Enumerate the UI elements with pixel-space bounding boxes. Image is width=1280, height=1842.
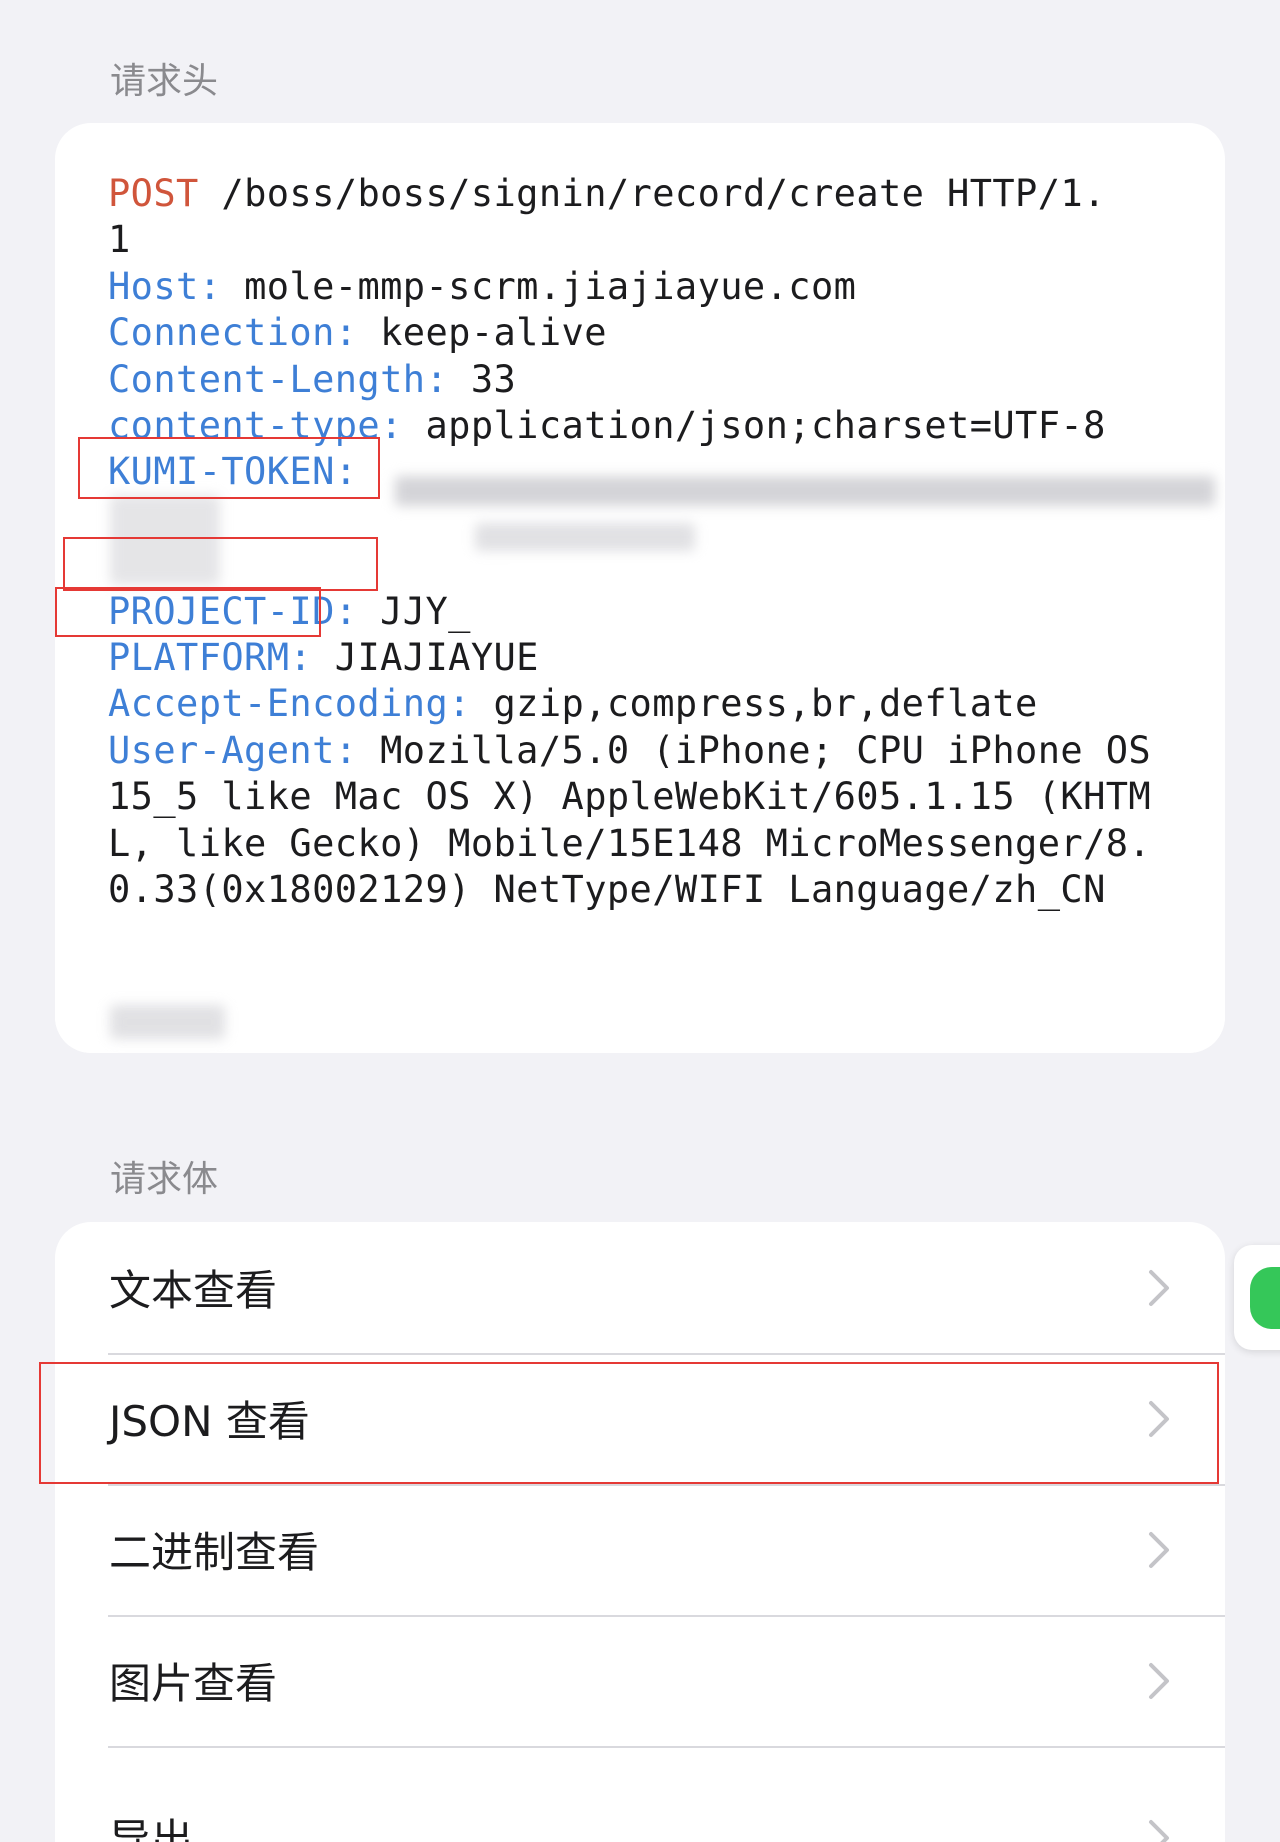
chevron-right-icon: [1149, 1662, 1169, 1699]
binary-view-row[interactable]: 二进制查看: [55, 1484, 1225, 1615]
redacted-token-line3: [475, 523, 695, 551]
header-value-accept-encoding: gzip,compress,br,deflate: [470, 682, 1038, 726]
highlight-platform: [55, 587, 321, 637]
image-view-label: 图片查看: [109, 1659, 278, 1708]
request-method: POST: [108, 172, 199, 215]
text-view-label: 文本查看: [109, 1266, 278, 1315]
redacted-project-id: [495, 563, 795, 615]
header-value-content-type: application/json;charset=UTF-8: [402, 404, 1106, 448]
image-view-row[interactable]: 图片查看: [55, 1615, 1225, 1746]
chevron-right-icon: [1149, 1531, 1169, 1568]
floating-chat-widget[interactable]: [1234, 1245, 1280, 1350]
highlight-kumi-token: [78, 437, 380, 499]
request-headers-card: POST /boss/boss/signin/record/create HTT…: [55, 123, 1225, 1053]
request-body-card: 文本查看 JSON 查看 二进制查看 图片查看 导出: [55, 1222, 1225, 1842]
export-label: 导出: [109, 1815, 194, 1842]
redacted-token: [395, 476, 1215, 506]
header-key-content-length: Content-Length:: [108, 357, 449, 401]
highlight-project-id: [63, 537, 378, 591]
export-row[interactable]: 导出: [55, 1746, 1225, 1842]
header-key-user-agent: User-Agent:: [108, 728, 358, 772]
header-value-project-id: JJY_: [357, 589, 471, 633]
binary-view-label: 二进制查看: [109, 1528, 320, 1577]
redacted-label: [110, 1005, 225, 1039]
text-view-row[interactable]: 文本查看: [55, 1222, 1225, 1353]
request-path: /boss/boss/signin/record/create HTTP/1. …: [108, 172, 1106, 262]
header-key-accept-encoding: Accept-Encoding:: [108, 682, 471, 726]
chevron-right-icon: [1149, 1820, 1169, 1842]
header-value-content-length: 33: [448, 357, 517, 401]
request-body-title: 请求体: [110, 1159, 219, 1200]
header-key-host: Host:: [108, 264, 222, 308]
header-key-platform: PLATFORM:: [108, 636, 313, 680]
chevron-right-icon: [1149, 1269, 1169, 1306]
request-headers-title: 请求头: [110, 61, 219, 102]
highlight-json-view: [39, 1362, 1219, 1484]
header-value-host: mole-mmp-scrm.jiajiayue.com: [221, 264, 857, 308]
header-value-platform: JIAJIAYUE: [312, 636, 539, 680]
message-bubble-icon: [1250, 1267, 1280, 1329]
header-key-connection: Connection:: [108, 311, 358, 355]
header-value-connection: keep-alive: [357, 311, 607, 355]
redacted-bottom-area: [55, 915, 1225, 1053]
